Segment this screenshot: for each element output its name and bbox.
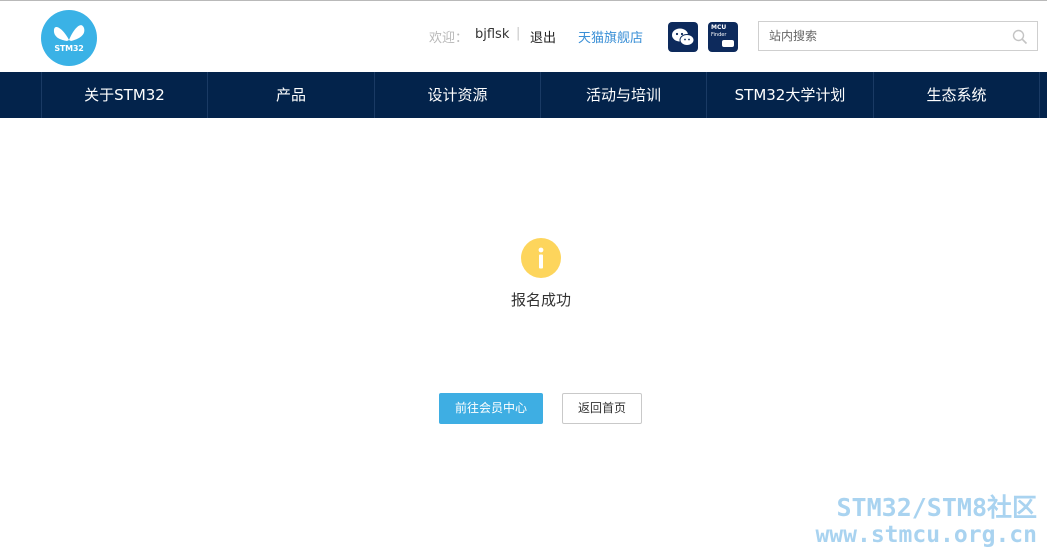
nav-item-university-program[interactable]: STM32大学计划 <box>706 72 873 118</box>
logo-text: STM32 <box>54 44 84 53</box>
logout-link[interactable]: 退出 <box>530 27 556 46</box>
tmall-store-link[interactable]: 天猫旗舰店 <box>578 27 643 46</box>
wechat-icon[interactable] <box>668 22 698 52</box>
search-input[interactable] <box>769 28 1009 44</box>
stm32-logo[interactable]: STM32 <box>41 10 97 66</box>
mcu-finder-line1: MCU <box>711 24 727 31</box>
info-icon <box>521 238 561 278</box>
success-message: 报名成功 <box>510 291 571 309</box>
mcu-finder-line2: Finder <box>711 32 727 38</box>
search-icon[interactable] <box>1012 29 1028 45</box>
separator: | <box>516 26 521 41</box>
header: STM32 欢迎： bjflsk | 退出 天猫旗舰店 MCU Finder <box>0 1 1047 72</box>
nav-item-design-resources[interactable]: 设计资源 <box>374 72 540 118</box>
butterfly-icon <box>53 25 85 41</box>
main-nav: 关于STM32 产品 设计资源 活动与培训 STM32大学计划 生态系统 <box>0 72 1047 118</box>
nav-item-about[interactable]: 关于STM32 <box>41 72 207 118</box>
welcome-label: 欢迎： <box>429 31 469 46</box>
mcu-finder-icon[interactable]: MCU Finder <box>708 22 738 52</box>
nav-divider <box>1039 72 1040 118</box>
nav-item-events-training[interactable]: 活动与培训 <box>540 72 706 118</box>
nav-item-products[interactable]: 产品 <box>207 72 374 118</box>
watermark-line1: STM32/STM8社区 <box>836 493 1037 522</box>
username[interactable]: bjflsk <box>475 27 509 42</box>
search-box <box>758 21 1038 51</box>
back-home-button[interactable]: 返回首页 <box>562 393 642 424</box>
site-watermark: STM32/STM8社区 www.stmcu.org.cn <box>815 493 1037 549</box>
nav-item-ecosystem[interactable]: 生态系统 <box>873 72 1039 118</box>
st-logo-icon <box>722 40 734 47</box>
member-center-button[interactable]: 前往会员中心 <box>439 393 543 424</box>
watermark-line2: www.stmcu.org.cn <box>815 522 1037 548</box>
